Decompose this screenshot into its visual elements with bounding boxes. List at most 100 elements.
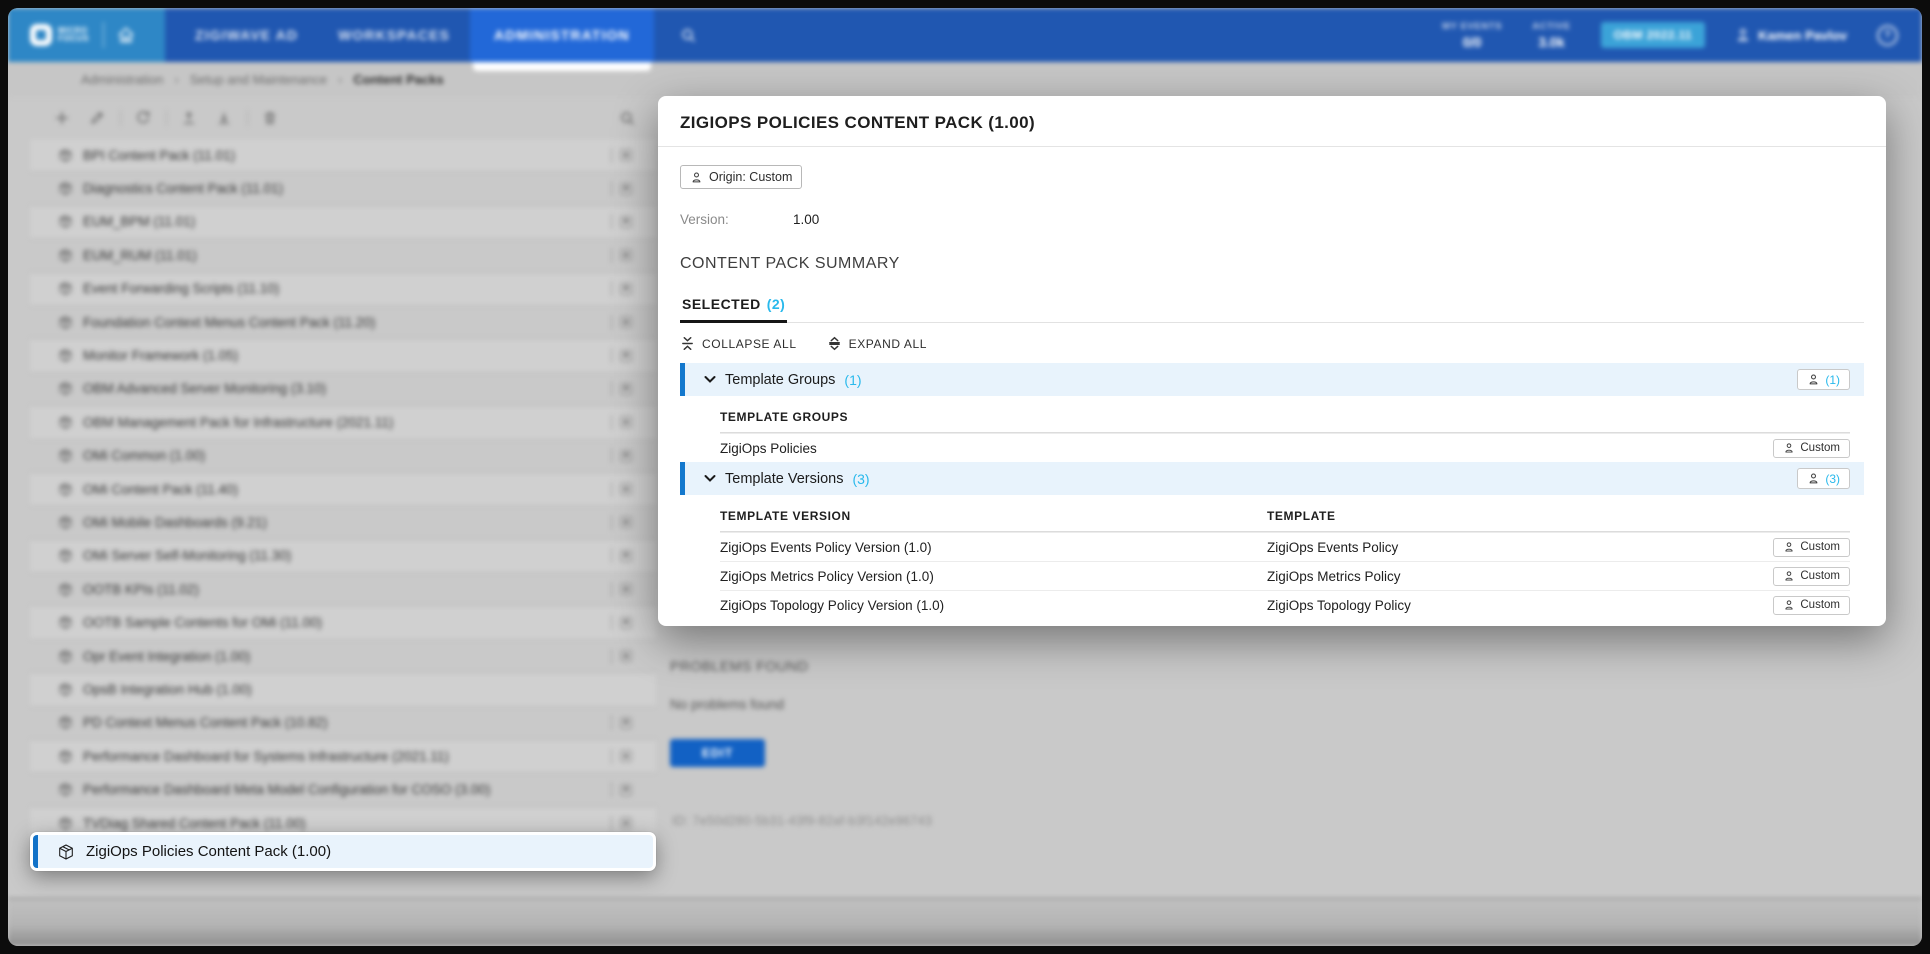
section-header-template-versions[interactable]: Template Versions (3) (3) [680,462,1864,495]
section-header-template-groups[interactable]: Template Groups (1) (1) [680,363,1864,396]
add-icon[interactable] [54,110,70,126]
content-pack-list-item[interactable]: OBM Advanced Server Monitoring (3.10) [30,373,656,406]
cell-template-group: ZigiOps Policies [720,441,1773,456]
table-row: ZigiOps Policies Custom [720,433,1850,462]
tree-actions: COLLAPSE ALL EXPAND ALL [680,336,1864,351]
my-events-value: 0/0 [1442,35,1502,50]
list-search-icon[interactable] [619,110,636,127]
predefined-indicator-icon [611,782,632,797]
content-pack-label: OOTB Sample Contents for OMi (11.00) [83,615,322,630]
pill-label: Custom [1800,599,1840,611]
content-pack-list-item[interactable]: OMi Common (1.00) [30,440,656,473]
tab-selected[interactable]: SELECTED (2) [680,296,787,323]
content-pack-list-item[interactable]: Performance Dashboard Meta Model Configu… [30,773,656,806]
toolbar-divider [247,110,248,126]
package-icon [58,181,73,196]
predefined-indicator-icon [611,649,632,664]
selected-content-pack-item[interactable]: ZigiOps Policies Content Pack (1.00) [30,832,656,871]
content-pack-list-item[interactable]: BPI Content Pack (11.01) [30,139,656,172]
column-header-template-version: TEMPLATE VERSION [720,509,1267,523]
content-pack-list-item[interactable]: OMi Mobile Dashboards (9.21) [30,506,656,539]
footer-strip [8,898,1922,946]
edit-button[interactable]: EDIT [670,739,765,767]
content-pack-label: PD Context Menus Content Pack (10.82) [83,715,328,730]
tab-selected-count: (2) [767,296,786,312]
content-pack-list-item[interactable]: OMi Content Pack (11.40) [30,473,656,506]
search-icon[interactable] [680,8,697,62]
summary-title: CONTENT PACK SUMMARY [680,255,1864,273]
user-menu[interactable]: Kamen Pavlov [1735,27,1847,43]
predefined-indicator-icon [611,448,632,463]
summary-tabstrip: SELECTED (2) [680,296,1864,323]
content-pack-list-item[interactable]: OMi Server Self-Monitoring (11.30) [30,540,656,573]
upload-icon[interactable] [181,110,197,126]
column-header: TEMPLATE GROUPS [720,410,1850,424]
content-pack-list-item[interactable]: Performance Dashboard for Systems Infras… [30,740,656,773]
content-pack-label: Diagnostics Content Pack (11.01) [83,181,283,196]
package-icon [58,448,73,463]
my-events-stat[interactable]: MY EVENTS 0/0 [1442,21,1502,50]
delete-icon[interactable] [262,110,278,126]
section-title: Template Groups [725,372,835,388]
content-pack-list-item[interactable]: EUM_BPM (11.01) [30,206,656,239]
content-pack-list-item[interactable]: Foundation Context Menus Content Pack (1… [30,306,656,339]
refresh-icon[interactable] [135,110,151,126]
breadcrumb-administration[interactable]: Administration [81,72,163,87]
package-icon [58,148,73,163]
pill-label: Custom [1800,541,1840,553]
content-pack-list-item[interactable]: EUM_RUM (11.01) [30,239,656,272]
nav-tab-administration[interactable]: ADMINISTRATION [470,8,654,62]
content-pack-label: Opr Event Integration (1.00) [83,649,250,664]
content-pack-list-item[interactable]: Diagnostics Content Pack (11.01) [30,172,656,205]
main-nav: ZIGIWAVE AD WORKSPACES ADMINISTRATION [175,8,654,62]
package-icon [58,782,73,797]
panel-title: ZIGIOPS POLICIES CONTENT PACK (1.00) [658,96,1886,147]
content-pack-list-item[interactable]: OOTB KPIs (11.02) [30,573,656,606]
content-pack-list-item[interactable]: OOTB Sample Contents for OMi (11.00) [30,606,656,639]
package-icon [58,214,73,229]
content-pack-id: ID: 7e50d280-5b31-43f9-82af-b3f142e96743 [672,814,932,828]
package-icon [58,682,73,697]
cell-template-version: ZigiOps Topology Policy Version (1.0) [720,598,1267,613]
nav-tab-workspaces[interactable]: WORKSPACES [318,8,470,62]
active-events-stat[interactable]: ACTIVE 3.0k [1532,21,1570,50]
origin-badge-label: Origin: Custom [709,170,792,184]
content-pack-list-item[interactable]: OBM Management Pack for Infrastructure (… [30,406,656,439]
pill-label: Custom [1800,570,1840,582]
section-count: (1) [844,372,861,388]
breadcrumb-separator: › [338,72,342,87]
content-pack-list-item[interactable]: Monitor Framework (1.05) [30,339,656,372]
predefined-indicator-icon [611,749,632,764]
column-header-template: TEMPLATE [1267,509,1850,523]
app-window: MICROFOCUS ZIGIWAVE AD WORKSPACES ADMINI… [8,8,1922,946]
predefined-indicator-icon [611,381,632,396]
content-pack-list-item[interactable]: OpsB Integration Hub (1.00) [30,673,656,706]
package-icon [58,348,73,363]
predefined-indicator-icon [611,315,632,330]
expand-all-label: EXPAND ALL [849,337,927,351]
content-pack-list-panel: BPI Content Pack (11.01) Diagnostics Con… [30,97,656,840]
predefined-indicator-icon [611,181,632,196]
section-pill-count: (3) [1825,472,1840,486]
package-icon [58,649,73,664]
content-pack-label: Monitor Framework (1.05) [83,348,238,363]
breadcrumb-setup-and-maintenance[interactable]: Setup and Maintenance [190,72,327,87]
expand-all-button[interactable]: EXPAND ALL [827,336,927,351]
content-pack-list-item[interactable]: Opr Event Integration (1.00) [30,640,656,673]
download-icon[interactable] [216,110,232,126]
help-icon[interactable]: ? [1877,25,1898,46]
home-icon[interactable] [116,25,136,45]
nav-tab-zigiwave-ad[interactable]: ZIGIWAVE AD [175,8,318,62]
obm-version-badge: OBM 2022.11 [1601,22,1705,48]
expand-all-icon [827,336,842,351]
version-row: Version: 1.00 [680,212,1864,227]
content-pack-list-item[interactable]: PD Context Menus Content Pack (10.82) [30,707,656,740]
package-icon [58,381,73,396]
chevron-down-icon [704,375,716,384]
predefined-indicator-icon [611,582,632,597]
content-pack-list-item[interactable]: Event Forwarding Scripts (11.10) [30,273,656,306]
content-pack-label: Event Forwarding Scripts (11.10) [83,281,279,296]
edit-icon[interactable] [89,110,105,126]
predefined-indicator-icon [611,816,632,831]
collapse-all-button[interactable]: COLLAPSE ALL [680,336,797,351]
